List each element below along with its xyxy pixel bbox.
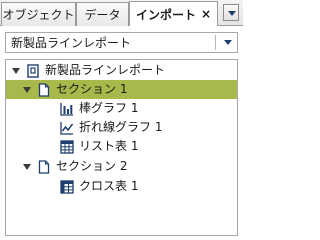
- tab-strip: オブジェクト データ インポート ×: [0, 0, 243, 26]
- tab-import[interactable]: インポート ×: [129, 1, 218, 26]
- collapse-icon[interactable]: [23, 86, 31, 93]
- page-icon: [38, 82, 50, 97]
- tree-item-label: 新製品ラインレポート: [45, 63, 166, 77]
- tree-item-section-1[interactable]: セクション 1: [6, 80, 237, 99]
- tree-item-label: クロス表 1: [79, 179, 139, 193]
- tab-data[interactable]: データ: [76, 2, 129, 26]
- tree-item-label: リスト表 1: [79, 139, 139, 153]
- tree-item-label: セクション 2: [56, 159, 128, 173]
- tree-item-crosstab[interactable]: クロス表 1: [6, 177, 237, 196]
- tab-import-label: インポート: [135, 7, 196, 22]
- tree-item-label: 棒グラフ 1: [79, 101, 139, 115]
- tab-objects[interactable]: オブジェクト: [1, 2, 76, 26]
- collapse-icon[interactable]: [12, 67, 20, 74]
- collapse-icon[interactable]: [23, 163, 31, 170]
- tree-item-list-table[interactable]: リスト表 1: [6, 137, 237, 156]
- chevron-down-icon: [228, 11, 236, 16]
- crosstab-icon: [60, 179, 74, 194]
- tree-item-section-2[interactable]: セクション 2: [6, 157, 237, 176]
- report-selector-value: 新製品ラインレポート: [11, 36, 132, 50]
- tree-item-bar-chart[interactable]: 棒グラフ 1: [6, 99, 237, 118]
- page-icon: [38, 159, 50, 174]
- tree-item-line-chart[interactable]: 折れ線グラフ 1: [6, 118, 237, 137]
- tree-item-report[interactable]: 新製品ラインレポート: [6, 61, 237, 80]
- import-panel: オブジェクト データ インポート × 新製品ラインレポート 新製品ラインレポート: [0, 0, 243, 240]
- selector-divider: [215, 35, 216, 50]
- bar-chart-icon: [60, 102, 73, 116]
- tab-data-label: データ: [84, 8, 121, 22]
- tab-menu-button[interactable]: [223, 4, 239, 21]
- report-tree: 新製品ラインレポート セクション 1 棒グラフ 1 折れ線グラフ 1 リスト表 …: [5, 59, 238, 236]
- tree-item-label: 折れ線グラフ 1: [79, 120, 163, 134]
- close-icon[interactable]: ×: [201, 8, 211, 20]
- report-icon: [27, 63, 39, 78]
- dropdown-arrow-icon[interactable]: [224, 40, 232, 45]
- tree-item-label: セクション 1: [56, 82, 128, 96]
- table-icon: [60, 139, 74, 154]
- report-selector[interactable]: 新製品ラインレポート: [5, 32, 238, 53]
- tab-objects-label: オブジェクト: [2, 8, 75, 22]
- line-chart-icon: [60, 121, 74, 135]
